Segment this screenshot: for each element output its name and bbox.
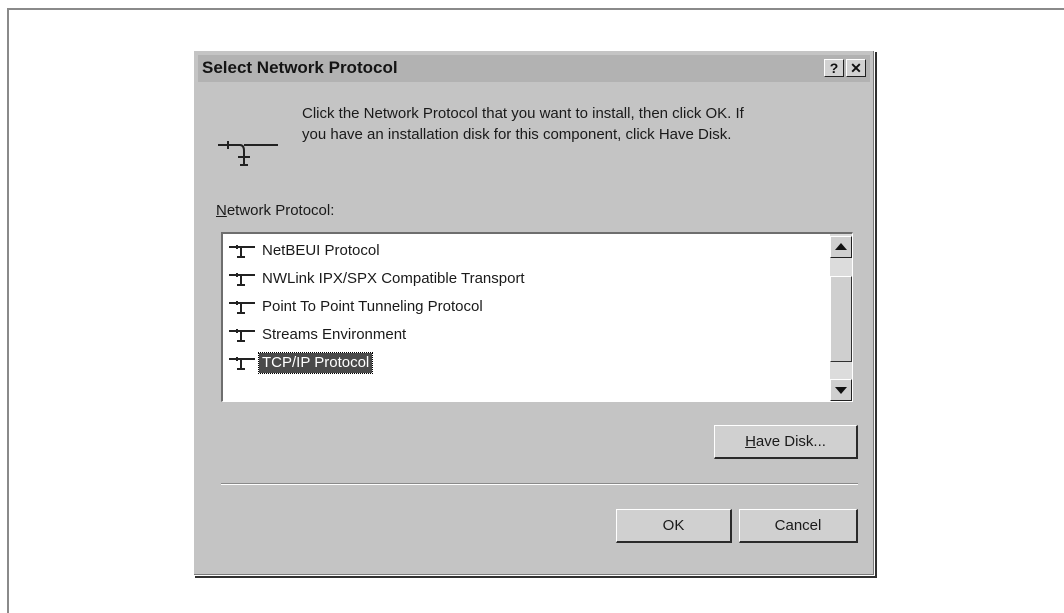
network-cable-icon xyxy=(229,245,255,258)
network-cable-icon xyxy=(229,301,255,314)
scroll-down-button[interactable] xyxy=(830,379,852,401)
list-label-accelerator: N xyxy=(216,202,227,219)
title-bar[interactable]: Select Network Protocol ? ✕ xyxy=(198,55,870,82)
vertical-scrollbar[interactable] xyxy=(830,234,852,401)
ok-button[interactable]: OK xyxy=(616,509,732,543)
separator xyxy=(221,483,858,485)
list-item-nwlink[interactable]: NWLink IPX/SPX Compatible Transport xyxy=(227,266,528,292)
have-disk-accelerator: H xyxy=(745,432,756,450)
help-button[interactable]: ? xyxy=(824,59,844,77)
have-disk-label: ave Disk... xyxy=(755,432,826,450)
network-protocol-label: Network Protocol: xyxy=(216,202,334,219)
network-protocol-icon xyxy=(218,141,278,166)
list-item-pptp[interactable]: Point To Point Tunneling Protocol xyxy=(227,294,486,320)
network-cable-icon xyxy=(229,357,255,370)
scroll-up-button[interactable] xyxy=(830,236,852,258)
scrollbar-thumb[interactable] xyxy=(830,276,852,362)
list-item-label: NWLink IPX/SPX Compatible Transport xyxy=(262,270,525,287)
list-item-tcpip[interactable]: TCP/IP Protocol xyxy=(227,350,374,376)
instructions-text: Click the Network Protocol that you want… xyxy=(302,103,862,145)
list-item-label: NetBEUI Protocol xyxy=(262,242,380,259)
select-network-protocol-dialog: Select Network Protocol ? ✕ Click the Ne… xyxy=(193,50,875,576)
list-item-label: TCP/IP Protocol xyxy=(257,352,374,374)
down-arrow-icon xyxy=(835,387,847,394)
protocol-listbox[interactable]: NetBEUI Protocol NWLink IPX/SPX Compatib… xyxy=(221,232,853,402)
list-item-label: Streams Environment xyxy=(262,326,407,343)
list-item-netbeui[interactable]: NetBEUI Protocol xyxy=(227,238,383,264)
instructions-line-1: Click the Network Protocol that you want… xyxy=(302,105,744,122)
dialog-title: Select Network Protocol xyxy=(202,58,398,77)
cancel-button[interactable]: Cancel xyxy=(739,509,858,543)
have-disk-button[interactable]: Have Disk... xyxy=(714,425,858,459)
network-cable-icon xyxy=(229,329,255,342)
list-label-text: etwork Protocol: xyxy=(226,202,335,219)
instructions-line-2: you have an installation disk for this c… xyxy=(302,126,732,143)
list-item-streams[interactable]: Streams Environment xyxy=(227,322,409,348)
list-item-label: Point To Point Tunneling Protocol xyxy=(262,298,483,315)
up-arrow-icon xyxy=(835,243,847,250)
network-cable-icon xyxy=(229,273,255,286)
close-button[interactable]: ✕ xyxy=(846,59,866,77)
